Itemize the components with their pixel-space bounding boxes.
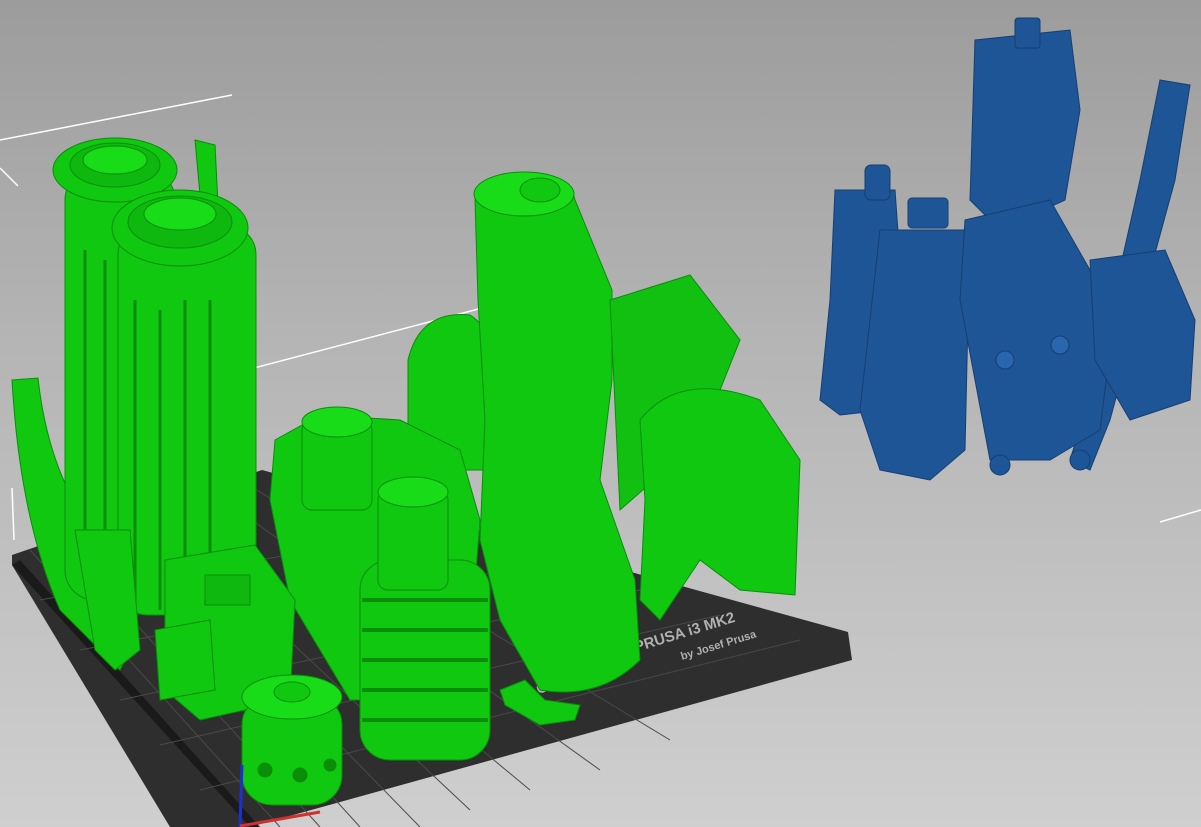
- scene-canvas[interactable]: PRUSA i3 MK2 by Josef Prusa OR: [0, 0, 1201, 827]
- 3d-viewport[interactable]: PRUSA i3 MK2 by Josef Prusa OR: [0, 0, 1201, 827]
- blue-tower[interactable]: [969, 29, 1081, 231]
- blue-center-frame[interactable]: [959, 199, 1111, 461]
- axis-y-line: [238, 764, 244, 827]
- blue-assembly[interactable]: [819, 17, 1196, 481]
- grip-body[interactable]: [474, 177, 641, 693]
- small-cylinder[interactable]: [241, 674, 343, 806]
- blue-middle-block[interactable]: [859, 229, 971, 481]
- curved-shield[interactable]: [639, 388, 801, 621]
